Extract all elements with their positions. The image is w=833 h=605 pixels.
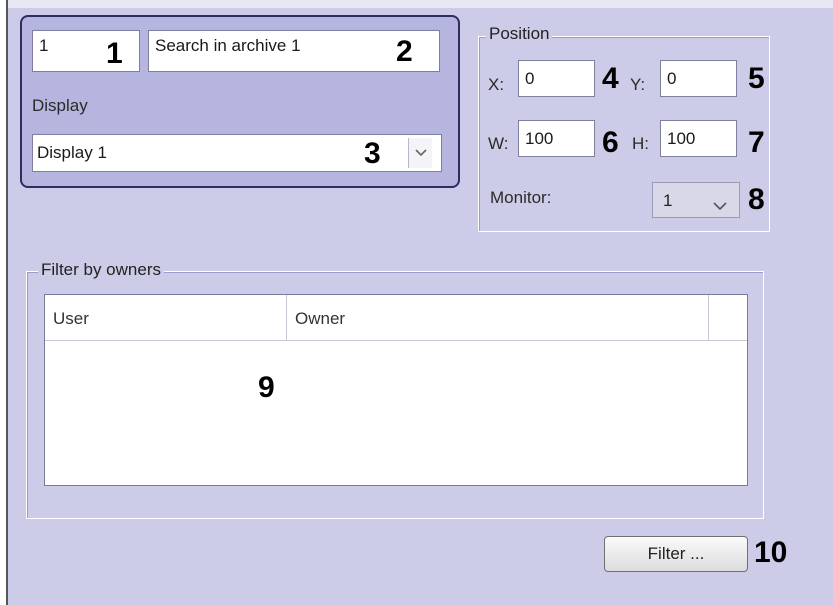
object-id-field[interactable]: 1 [32, 30, 140, 72]
display-label: Display [32, 96, 88, 115]
y-label: Y: [630, 75, 646, 94]
y-input[interactable]: 0 [660, 60, 737, 97]
position-group-title: Position [486, 24, 553, 44]
w-value: 100 [525, 129, 554, 148]
w-label: W: [488, 134, 509, 153]
callout-4: 4 [602, 62, 619, 95]
callout-1: 1 [106, 37, 123, 70]
callout-7: 7 [748, 126, 765, 159]
object-id-value: 1 [39, 36, 49, 55]
callout-9: 9 [258, 371, 275, 404]
column-header-spacer [709, 295, 747, 341]
window-left-edge [0, 0, 8, 605]
object-name-value: Search in archive 1 [155, 36, 301, 55]
chevron-down-icon [713, 196, 727, 216]
x-input[interactable]: 0 [518, 60, 595, 97]
monitor-select[interactable]: 1 [652, 182, 740, 218]
filter-button-label: Filter ... [647, 544, 705, 563]
y-value: 0 [667, 69, 677, 88]
chevron-down-icon[interactable] [408, 138, 432, 168]
h-value: 100 [667, 129, 696, 148]
column-header-owner-label: Owner [295, 309, 346, 328]
x-value: 0 [525, 69, 535, 88]
monitor-select-value: 1 [663, 191, 673, 210]
monitor-label: Monitor: [490, 188, 552, 207]
callout-10: 10 [754, 536, 788, 569]
column-header-user[interactable]: User [45, 295, 287, 341]
callout-3: 3 [364, 137, 381, 170]
callout-2: 2 [396, 35, 413, 68]
h-label: H: [632, 134, 649, 153]
callout-5: 5 [748, 62, 765, 95]
column-header-owner[interactable]: Owner [287, 295, 709, 341]
column-header-user-label: User [53, 309, 89, 328]
filter-button[interactable]: Filter ... [604, 536, 748, 572]
callout-6: 6 [602, 126, 619, 159]
w-input[interactable]: 100 [518, 120, 595, 157]
owners-table[interactable]: User Owner [44, 294, 748, 486]
display-select-value: Display 1 [37, 143, 107, 162]
callout-8: 8 [748, 183, 765, 216]
window-top-strip [8, 0, 833, 8]
filter-group-title: Filter by owners [38, 260, 164, 280]
h-input[interactable]: 100 [660, 120, 737, 157]
x-label: X: [488, 75, 505, 94]
